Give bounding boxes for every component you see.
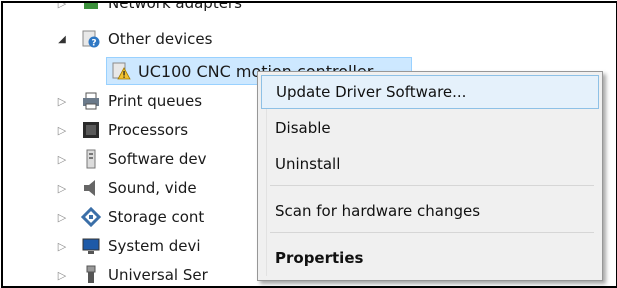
storage-controller-icon [80,206,102,228]
warning-device-icon [111,61,131,81]
svg-text:?: ? [91,39,96,49]
tree-item-label: Software dev [108,150,207,168]
expand-arrow-icon[interactable]: ▷ [55,152,69,166]
usb-icon [81,265,101,285]
tree-item-processors[interactable]: ▷ Processors [55,116,188,144]
menu-item-uninstall[interactable]: Uninstall [261,147,599,181]
tree-item-label: Other devices [108,30,213,48]
menu-item-label: Scan for hardware changes [275,202,481,220]
tree-item-label: Universal Ser [108,266,208,284]
printer-icon [81,91,101,111]
network-adapter-icon [81,3,101,13]
tree-item-label: Sound, vide [108,179,197,197]
expand-arrow-icon[interactable]: ▷ [55,3,69,10]
expand-arrow-icon[interactable]: ▷ [55,210,69,224]
expand-arrow-icon[interactable]: ▷ [55,94,69,108]
menu-item-label: Update Driver Software... [276,83,467,101]
tree-item-system-devices[interactable]: ▷ System devi [55,232,201,260]
menu-separator [270,185,594,186]
tree-item-print-queues[interactable]: ▷ Print queues [55,87,202,115]
expand-arrow-icon[interactable]: ▷ [55,181,69,195]
tree-item-label: Processors [108,121,189,139]
tree-item-usb-controllers[interactable]: ▷ Universal Ser [55,261,208,286]
expand-arrow-icon[interactable]: ▷ [55,239,69,253]
menu-item-disable[interactable]: Disable [261,111,599,145]
menu-item-scan-hardware[interactable]: Scan for hardware changes [261,194,599,228]
menu-item-update-driver[interactable]: Update Driver Software... [261,75,599,109]
menu-item-label: Disable [275,119,331,137]
menu-item-properties[interactable]: Properties [261,241,599,275]
menu-separator [270,232,594,233]
tree-item-label: Network adapters [108,1,242,12]
unknown-device-icon: ? [81,29,101,49]
tree-item-sound-video[interactable]: ▷ Sound, vide [55,174,197,202]
device-manager-window: ▷ Network adapters ◢ ? Other devices UC1… [1,1,617,288]
tree-item-label: System devi [108,237,201,255]
menu-item-label: Properties [275,249,364,267]
context-menu: Update Driver Software... Disable Uninst… [257,71,603,281]
tree-item-label: Print queues [108,92,203,110]
tree-item-storage-controllers[interactable]: ▷ Storage cont [55,203,204,231]
tree-item-other-devices[interactable]: ◢ ? Other devices [55,25,212,53]
processor-icon [81,120,101,140]
menu-item-label: Uninstall [275,155,341,173]
expand-arrow-icon[interactable]: ▷ [55,123,69,137]
tree-item-label: Storage cont [108,208,205,226]
software-device-icon [81,149,101,169]
system-device-icon [81,236,101,256]
speaker-icon [81,178,101,198]
collapse-arrow-icon[interactable]: ◢ [55,32,69,46]
tree-item-software-devices[interactable]: ▷ Software dev [55,145,207,173]
tree-item-network-adapters[interactable]: ▷ Network adapters [55,1,242,17]
expand-arrow-icon[interactable]: ▷ [55,268,69,282]
